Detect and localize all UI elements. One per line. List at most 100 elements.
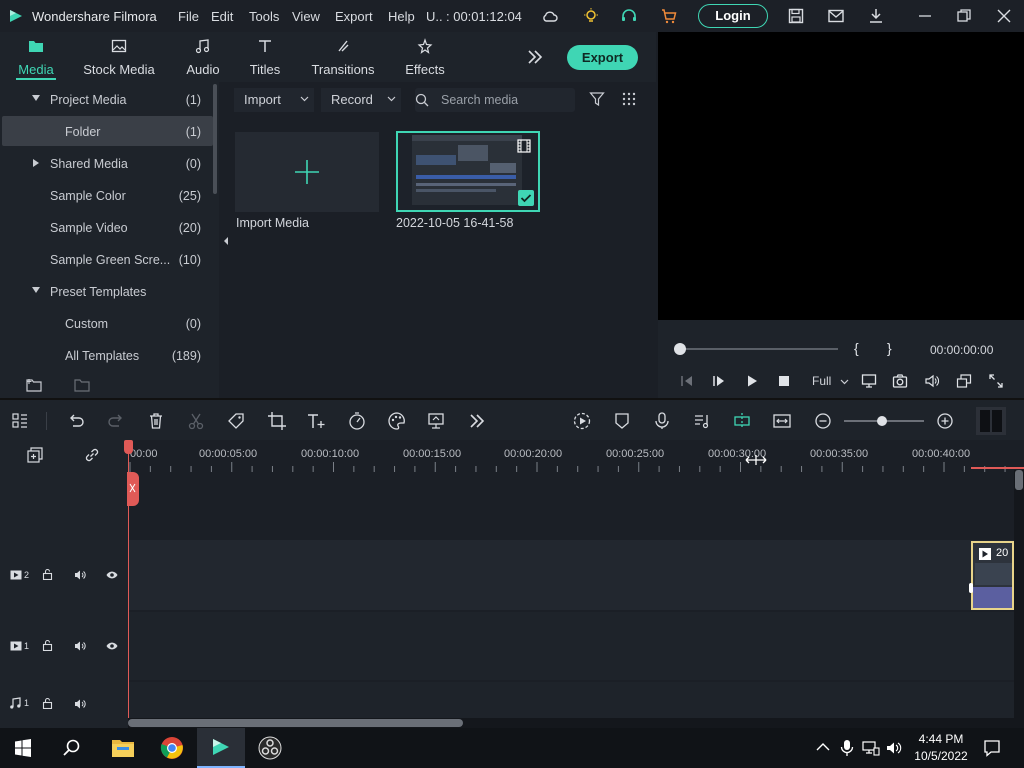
redo-icon[interactable] [106,411,126,431]
cut-icon[interactable] [186,411,206,431]
tree-item-project-media[interactable]: Project Media (1) [2,84,213,114]
mark-in-button[interactable]: { [854,340,859,356]
clock-time[interactable]: 4:44 PM [918,732,964,746]
login-button[interactable]: Login [698,4,768,28]
speaker-icon[interactable] [74,569,86,581]
lock-icon[interactable] [42,568,54,580]
monitor-icon[interactable] [861,373,877,389]
color-palette-icon[interactable] [387,411,407,431]
more-tools-icon[interactable] [467,411,487,431]
clock-date[interactable]: 10/5/2022 [910,749,972,763]
menu-file[interactable]: File [178,9,199,24]
menu-help[interactable]: Help [388,9,415,24]
mail-icon[interactable] [827,7,845,25]
obs-icon[interactable] [258,736,282,760]
restore-icon[interactable] [955,7,973,25]
tab-effects[interactable]: Effects [400,32,450,82]
bulb-icon[interactable] [582,7,600,25]
playhead-scissors-icon[interactable] [127,472,139,506]
expand-arrow-icon[interactable] [33,159,39,167]
track-lane-video-2[interactable] [128,540,1014,610]
tag-icon[interactable] [226,411,246,431]
crop-ratio-icon[interactable] [956,373,972,389]
fit-timeline-icon[interactable] [772,411,792,431]
speaker-icon[interactable] [74,640,86,652]
play-frame-icon[interactable] [712,374,726,388]
tab-stock-media[interactable]: Stock Media [80,32,158,82]
menu-export[interactable]: Export [335,9,373,24]
save-icon[interactable] [787,7,805,25]
preview-progress-knob[interactable] [674,343,686,355]
expand-arrow-icon[interactable] [32,95,40,101]
chrome-icon[interactable] [160,736,184,760]
timeline-vertical-scrollbar[interactable] [1014,470,1024,728]
eye-icon[interactable] [106,570,118,580]
grid-view-icon[interactable] [621,91,637,107]
add-track-icon[interactable] [26,446,44,464]
media-clip-thumbnail[interactable] [396,131,540,212]
speed-icon[interactable] [347,411,367,431]
new-folder-icon[interactable] [26,378,42,392]
timeline-clip[interactable]: 20 [971,541,1014,610]
tree-scrollbar[interactable] [213,84,217,194]
panel-toggle-icon[interactable] [976,407,1006,435]
microphone-icon[interactable] [652,411,672,431]
menu-edit[interactable]: Edit [211,9,233,24]
tree-item-preset-templates[interactable]: Preset Templates [2,276,213,306]
microphone-tray-icon[interactable] [840,739,854,757]
marker-icon[interactable] [612,411,632,431]
import-dropdown[interactable]: Import [234,88,314,112]
track-lane-video-1[interactable] [128,612,1014,680]
lock-icon[interactable] [42,639,54,651]
timeline-ruler[interactable]: 00:00 00:00:05:00 00:00:10:00 00:00:15:0… [128,440,1024,472]
collapse-panel-icon[interactable] [222,236,230,246]
tree-item-sample-green-screen[interactable]: Sample Green Scre... (10) [2,244,213,274]
tree-item-sample-video[interactable]: Sample Video (20) [2,212,213,242]
tab-audio[interactable]: Audio [180,32,226,82]
crop-icon[interactable] [267,411,287,431]
filmora-taskbar-icon[interactable] [197,728,245,768]
volume-tray-icon[interactable] [886,740,902,756]
zoom-out-icon[interactable] [813,411,833,431]
volume-icon[interactable] [924,373,940,389]
fullscreen-icon[interactable] [988,373,1004,389]
eye-icon[interactable] [106,641,118,651]
step-back-icon[interactable] [680,374,694,388]
layout-icon[interactable] [10,411,30,431]
delete-icon[interactable] [146,411,166,431]
search-input[interactable]: Search media [415,88,575,112]
filter-icon[interactable] [589,91,605,107]
preview-progress-track[interactable] [680,348,838,350]
playhead-handle[interactable] [124,440,133,454]
tree-item-shared-media[interactable]: Shared Media (0) [2,148,213,178]
snap-icon[interactable] [732,411,752,431]
download-icon[interactable] [867,7,885,25]
taskbar-search-icon[interactable] [62,738,82,758]
tree-item-sample-color[interactable]: Sample Color (25) [2,180,213,210]
file-explorer-icon[interactable] [111,737,135,759]
import-media-tile[interactable] [235,132,379,212]
cart-icon[interactable] [660,7,678,25]
headset-icon[interactable] [620,7,638,25]
tab-transitions[interactable]: Transitions [308,32,378,82]
stop-icon[interactable] [777,374,791,388]
link-icon[interactable] [83,446,101,464]
folder-icon[interactable] [74,378,90,392]
undo-icon[interactable] [66,411,86,431]
speaker-icon[interactable] [74,698,86,710]
clip-trim-handle[interactable] [969,583,973,593]
render-preview-icon[interactable] [572,411,592,431]
notifications-icon[interactable] [983,739,1001,757]
cloud-icon[interactable] [541,7,559,25]
show-hidden-icons-icon[interactable] [816,742,830,752]
close-icon[interactable] [995,7,1013,25]
lock-icon[interactable] [42,697,54,709]
mark-out-button[interactable]: } [887,340,892,356]
track-lane-audio-1[interactable] [128,682,1014,718]
green-screen-icon[interactable] [426,411,446,431]
windows-start-icon[interactable] [14,739,32,757]
export-button[interactable]: Export [567,45,638,70]
snapshot-icon[interactable] [892,373,908,389]
add-text-icon[interactable] [306,411,326,431]
tab-titles[interactable]: Titles [244,32,286,82]
